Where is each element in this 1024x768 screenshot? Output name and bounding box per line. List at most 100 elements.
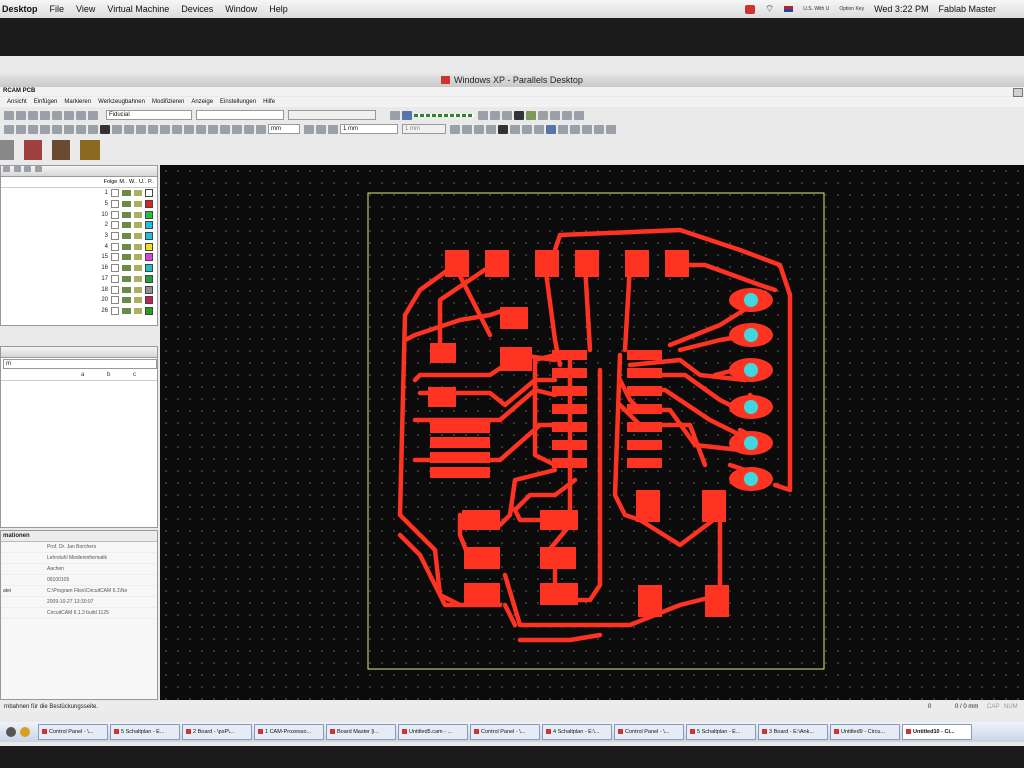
redo-icon[interactable] <box>64 110 74 120</box>
layer-row[interactable]: 5 <box>1 199 157 210</box>
layer-mark-checkbox[interactable] <box>111 285 119 294</box>
draw-pad-icon[interactable] <box>522 124 532 134</box>
layer-row[interactable]: 20 <box>1 295 157 306</box>
mac-menu-file[interactable]: File <box>50 4 65 14</box>
layer-color-swatch[interactable] <box>145 221 153 230</box>
menu-ansicht[interactable]: Ansicht <box>7 99 27 105</box>
layer-mark-checkbox[interactable] <box>111 221 119 230</box>
undo-icon[interactable] <box>52 110 62 120</box>
zoom-in-icon[interactable] <box>4 124 14 134</box>
layer-color-swatch[interactable] <box>145 200 153 209</box>
menu-werkzeugbahnen[interactable]: Werkzeugbahnen <box>98 99 145 105</box>
help-icon[interactable] <box>88 110 98 120</box>
angle-icon[interactable] <box>232 124 242 134</box>
properties-select[interactable]: m <box>3 359 157 369</box>
cut-icon[interactable] <box>4 110 14 120</box>
layer-color-swatch[interactable] <box>145 306 153 315</box>
select-group-icon[interactable] <box>196 124 206 134</box>
mac-menu-devices[interactable]: Devices <box>181 4 213 14</box>
layer-mark-checkbox[interactable] <box>111 210 119 219</box>
taskbar-item[interactable]: Control Panel - \... <box>38 724 108 740</box>
layer-tool-icon[interactable] <box>122 307 131 314</box>
rotate-left-icon[interactable] <box>40 124 50 134</box>
taskbar-item[interactable]: 3 Board - E:\Ank... <box>758 724 828 740</box>
layer-color-swatch[interactable] <box>145 242 153 251</box>
layer-mark-checkbox[interactable] <box>111 274 119 283</box>
browser-icon[interactable] <box>20 727 30 737</box>
menu-hilfe[interactable]: Hilfe <box>263 99 275 105</box>
layer-mark-checkbox[interactable] <box>111 242 119 251</box>
layer-color-swatch[interactable] <box>145 210 153 219</box>
draw-arc-icon[interactable] <box>486 124 496 134</box>
select-arrow-icon[interactable] <box>112 124 122 134</box>
delete-icon[interactable] <box>40 110 50 120</box>
machine-icon[interactable] <box>80 140 100 160</box>
board-outline-icon[interactable] <box>24 140 42 160</box>
hatch-fill-icon[interactable] <box>582 124 592 134</box>
clock[interactable]: Wed 3:22 PM <box>874 4 928 14</box>
magnify-icon[interactable] <box>88 124 98 134</box>
menu-modifizieren[interactable]: Modifizieren <box>152 99 184 105</box>
mac-menu-help[interactable]: Help <box>269 4 288 14</box>
grid-size-select[interactable]: 1 mm <box>340 124 398 134</box>
layer-color-swatch[interactable] <box>145 253 153 262</box>
menu-einstellungen[interactable]: Einstellungen <box>220 99 256 105</box>
layer-row[interactable]: 3 <box>1 231 157 242</box>
taskbar-item[interactable]: 5 Schaltplan - E... <box>110 724 180 740</box>
snap-icon[interactable] <box>304 124 314 134</box>
measure-icon[interactable] <box>220 124 230 134</box>
layer-visible-icon[interactable] <box>134 307 142 314</box>
input-source-label[interactable]: U.S. With U <box>803 6 829 12</box>
layer-row[interactable]: 15 <box>1 252 157 263</box>
layer-mark-checkbox[interactable] <box>111 264 119 273</box>
layer-tool-icon[interactable] <box>122 190 131 197</box>
aperture-select[interactable] <box>196 110 284 120</box>
print-icon[interactable] <box>76 110 86 120</box>
col-u[interactable]: U.. <box>139 177 146 187</box>
select-area-icon[interactable] <box>136 124 146 134</box>
layer-visible-icon[interactable] <box>134 233 142 240</box>
layer-tool-icon[interactable] <box>122 211 131 218</box>
pcb-canvas[interactable] <box>160 165 1024 700</box>
quicklaunch-icon[interactable] <box>6 727 16 737</box>
taskbar-item[interactable]: Control Panel - \... <box>614 724 684 740</box>
layer-tool-icon[interactable] <box>122 286 131 293</box>
taskbar-item[interactable]: Board Master [i... <box>326 724 396 740</box>
layer-mark-checkbox[interactable] <box>111 296 119 305</box>
select-line-icon[interactable] <box>160 124 170 134</box>
taskbar-item[interactable]: Control Panel - \... <box>470 724 540 740</box>
tool-library-icon[interactable] <box>526 110 536 120</box>
layer-visible-icon[interactable] <box>134 286 142 293</box>
layer-add-icon[interactable] <box>3 166 10 172</box>
layer-tool-icon[interactable] <box>122 243 131 250</box>
layer-color-swatch[interactable] <box>145 296 153 305</box>
layer-tool-icon[interactable] <box>122 297 131 304</box>
layer-row[interactable]: 2 <box>1 220 157 231</box>
mac-app-menu[interactable]: Desktop <box>2 4 38 14</box>
select-object-icon[interactable] <box>184 124 194 134</box>
dimension-icon[interactable] <box>558 124 568 134</box>
select-polygon-icon[interactable] <box>148 124 158 134</box>
select-multi-icon[interactable] <box>124 124 134 134</box>
menu-markieren[interactable]: Markieren <box>64 99 91 105</box>
paste-icon[interactable] <box>28 110 38 120</box>
drill-icon[interactable] <box>570 124 580 134</box>
layer-down-icon[interactable] <box>24 166 32 172</box>
select-path-icon[interactable] <box>172 124 182 134</box>
taskbar-item[interactable]: 1 CAM-Prozesso... <box>254 724 324 740</box>
layer-row[interactable]: 16 <box>1 263 157 274</box>
pen-icon[interactable] <box>594 124 604 134</box>
align-icon[interactable] <box>244 124 254 134</box>
layer-visible-icon[interactable] <box>134 297 142 304</box>
layer-visible-icon[interactable] <box>134 265 142 272</box>
text-icon[interactable] <box>546 124 556 134</box>
taskbar-item[interactable]: Untitled5.cam - ... <box>398 724 468 740</box>
layer-tool-icon[interactable] <box>122 233 131 240</box>
line-width-icon[interactable] <box>328 124 338 134</box>
mac-menu-virtual-machine[interactable]: Virtual Machine <box>107 4 169 14</box>
wifi-icon[interactable]: ⌔ <box>765 3 774 16</box>
taskbar-item[interactable]: 5 Schaltplan - E... <box>686 724 756 740</box>
layer-mark-checkbox[interactable] <box>111 232 119 241</box>
layer-tool-icon[interactable] <box>122 254 131 261</box>
grid-icon[interactable] <box>256 124 266 134</box>
